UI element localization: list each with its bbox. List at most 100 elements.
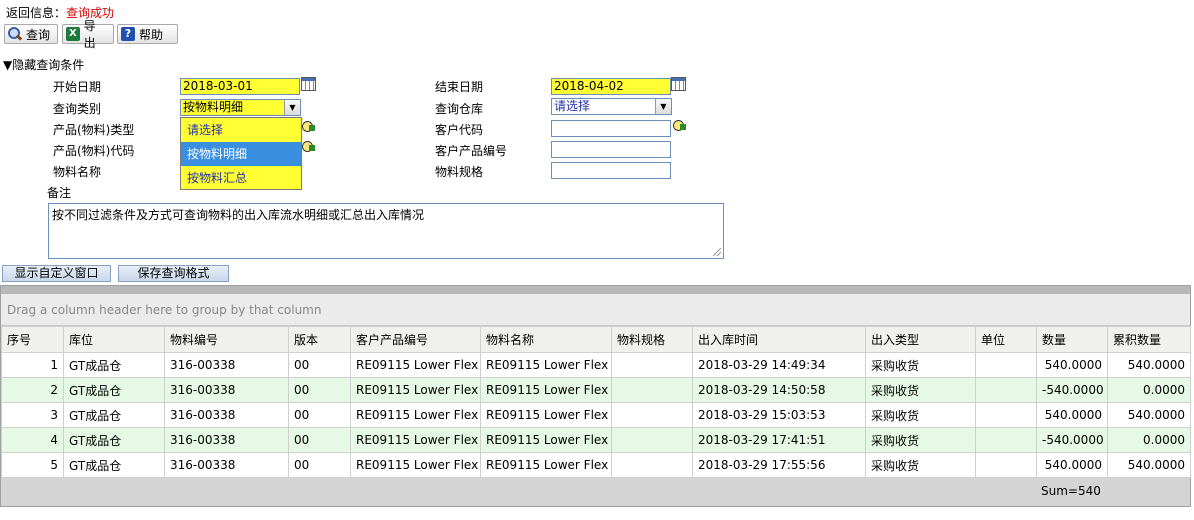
remark-textarea[interactable]: 按不同过滤条件及方式可查询物料的出入库流水明细或汇总出入库情况 xyxy=(48,203,724,259)
col-header-seq[interactable]: 序号 xyxy=(1,326,64,353)
cell-inout-time: 2018-03-29 14:49:34 xyxy=(692,352,866,378)
export-button[interactable]: X 导出 xyxy=(62,19,114,50)
customer-product-no-label: 客户产品编号 xyxy=(435,144,508,158)
col-header-qty[interactable]: 数量 xyxy=(1036,326,1108,353)
remark-text: 按不同过滤条件及方式可查询物料的出入库流水明细或汇总出入库情况 xyxy=(52,208,425,222)
cell-unit xyxy=(975,452,1037,478)
cell-material-name: RE09115 Lower Flex xyxy=(480,452,612,478)
cell-seq: 2 xyxy=(1,377,64,403)
grid-top-bar xyxy=(1,286,1190,294)
col-header-inout-time[interactable]: 出入库时间 xyxy=(692,326,866,353)
footer-sum: Sum=540 xyxy=(1041,484,1101,498)
query-button-label: 查询 xyxy=(26,27,51,42)
end-date-label: 结束日期 xyxy=(435,80,484,94)
cell-material-name: RE09115 Lower Flex xyxy=(480,377,612,403)
cell-cumulative-qty: 0.0000 xyxy=(1107,427,1191,453)
toggle-query-conditions[interactable]: ▼隐藏查询条件 xyxy=(3,56,84,73)
start-date-input[interactable]: 2018-03-01 xyxy=(180,78,300,95)
col-header-inout-type[interactable]: 出入类型 xyxy=(865,326,976,353)
cell-customer-product-no: RE09115 Lower Flex xyxy=(350,427,481,453)
cell-inout-type: 采购收货 xyxy=(865,452,976,478)
cell-customer-product-no: RE09115 Lower Flex xyxy=(350,402,481,428)
header-row: 序号 库位 物料编号 版本 客户产品编号 物料名称 物料规格 出入库时间 出入类… xyxy=(1,326,1191,353)
resize-grip-icon[interactable] xyxy=(713,248,721,256)
cell-customer-product-no: RE09115 Lower Flex xyxy=(350,352,481,378)
cell-version: 00 xyxy=(288,352,351,378)
customer-code-label: 客户代码 xyxy=(435,123,484,137)
customer-product-no-input[interactable] xyxy=(551,141,671,158)
table-row[interactable]: 4 GT成品仓 316-00338 00 RE09115 Lower Flex … xyxy=(1,427,1191,453)
cell-material-no: 316-00338 xyxy=(164,377,289,403)
cell-unit xyxy=(975,377,1037,403)
cell-customer-product-no: RE09115 Lower Flex xyxy=(350,377,481,403)
col-header-material-name[interactable]: 物料名称 xyxy=(480,326,612,353)
col-header-customer-product-no[interactable]: 客户产品编号 xyxy=(350,326,481,353)
col-header-location[interactable]: 库位 xyxy=(63,326,165,353)
cell-inout-type: 采购收货 xyxy=(865,427,976,453)
warehouse-select[interactable]: 请选择 ▼ xyxy=(551,98,672,115)
warehouse-value: 请选择 xyxy=(554,99,591,113)
cell-version: 00 xyxy=(288,427,351,453)
warehouse-label: 查询仓库 xyxy=(435,102,484,116)
col-header-material-spec[interactable]: 物料规格 xyxy=(611,326,693,353)
col-header-version[interactable]: 版本 xyxy=(288,326,351,353)
search-icon xyxy=(8,27,22,41)
query-type-dropdown[interactable]: 请选择 按物料明细 按物料汇总 xyxy=(180,117,302,190)
end-date-input[interactable]: 2018-04-02 xyxy=(551,78,671,95)
col-header-material-no[interactable]: 物料编号 xyxy=(164,326,289,353)
cell-unit xyxy=(975,427,1037,453)
material-spec-input[interactable] xyxy=(551,162,671,179)
chevron-down-icon[interactable]: ▼ xyxy=(655,99,671,114)
cell-qty: 540.0000 xyxy=(1036,402,1108,428)
dropdown-option-please-select[interactable]: 请选择 xyxy=(181,118,301,142)
cell-material-no: 316-00338 xyxy=(164,452,289,478)
collapse-triangle-icon: ▼ xyxy=(3,58,13,72)
cell-location: GT成品仓 xyxy=(63,352,165,378)
cell-seq: 1 xyxy=(1,352,64,378)
help-button[interactable]: ? 帮助 xyxy=(117,24,178,44)
cell-unit xyxy=(975,352,1037,378)
cell-material-no: 316-00338 xyxy=(164,402,289,428)
dropdown-option-by-summary[interactable]: 按物料汇总 xyxy=(181,166,301,190)
cell-material-name: RE09115 Lower Flex xyxy=(480,402,612,428)
query-type-select[interactable]: 按物料明细 ▼ xyxy=(180,99,301,116)
customer-code-input[interactable] xyxy=(551,120,671,137)
material-name-label: 物料名称 xyxy=(53,165,102,179)
table-row[interactable]: 5 GT成品仓 316-00338 00 RE09115 Lower Flex … xyxy=(1,452,1191,478)
query-button[interactable]: 查询 xyxy=(4,24,58,44)
chevron-down-icon[interactable]: ▼ xyxy=(284,100,300,115)
cell-location: GT成品仓 xyxy=(63,452,165,478)
col-header-cumulative-qty[interactable]: 累积数量 xyxy=(1107,326,1191,353)
table-row[interactable]: 3 GT成品仓 316-00338 00 RE09115 Lower Flex … xyxy=(1,402,1191,428)
cell-inout-type: 采购收货 xyxy=(865,402,976,428)
cell-material-name: RE09115 Lower Flex xyxy=(480,352,612,378)
cell-unit xyxy=(975,402,1037,428)
data-table: 序号 库位 物料编号 版本 客户产品编号 物料名称 物料规格 出入库时间 出入类… xyxy=(1,326,1191,478)
col-header-unit[interactable]: 单位 xyxy=(975,326,1037,353)
calendar-icon[interactable] xyxy=(301,77,316,91)
cell-seq: 3 xyxy=(1,402,64,428)
calendar-icon[interactable] xyxy=(671,77,686,91)
table-row[interactable]: 2 GT成品仓 316-00338 00 RE09115 Lower Flex … xyxy=(1,377,1191,403)
cell-qty: -540.0000 xyxy=(1036,377,1108,403)
save-query-format-button[interactable]: 保存查询格式 xyxy=(118,265,229,282)
customer-code-picker-icon[interactable] xyxy=(673,120,686,133)
cell-inout-time: 2018-03-29 17:41:51 xyxy=(692,427,866,453)
product-type-picker-icon[interactable] xyxy=(302,121,315,134)
product-code-picker-icon[interactable] xyxy=(302,141,315,154)
show-custom-window-button[interactable]: 显示自定义窗口 xyxy=(2,265,111,282)
cell-cumulative-qty: 0.0000 xyxy=(1107,377,1191,403)
table-row[interactable]: 1 GT成品仓 316-00338 00 RE09115 Lower Flex … xyxy=(1,352,1191,378)
help-button-label: 帮助 xyxy=(139,27,164,42)
cell-version: 00 xyxy=(288,377,351,403)
help-icon: ? xyxy=(121,27,135,41)
toggle-label: 隐藏查询条件 xyxy=(12,58,85,72)
cell-qty: -540.0000 xyxy=(1036,427,1108,453)
cell-inout-type: 采购收货 xyxy=(865,352,976,378)
cell-location: GT成品仓 xyxy=(63,377,165,403)
return-message-label: 返回信息： xyxy=(6,6,67,20)
dropdown-option-by-detail[interactable]: 按物料明细 xyxy=(181,142,301,166)
cell-customer-product-no: RE09115 Lower Flex xyxy=(350,452,481,478)
group-by-area[interactable]: Drag a column header here to group by th… xyxy=(1,294,1190,326)
cell-material-no: 316-00338 xyxy=(164,352,289,378)
